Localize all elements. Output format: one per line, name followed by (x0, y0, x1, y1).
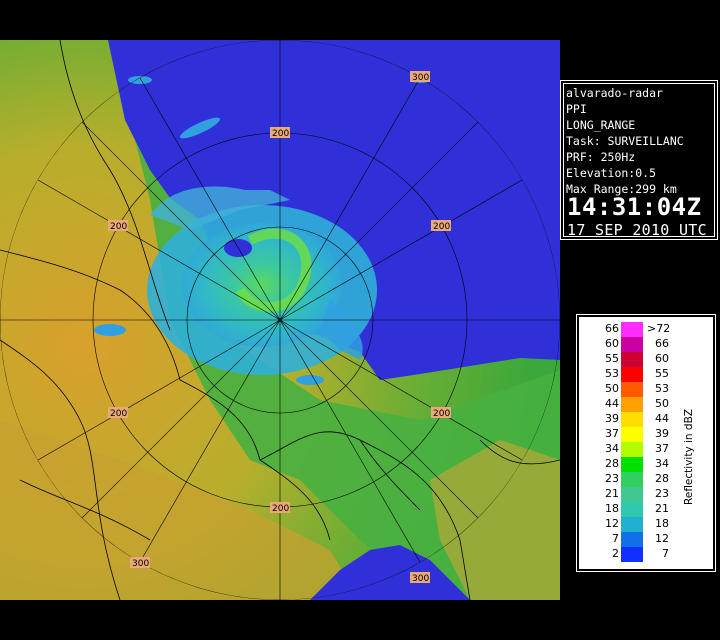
svg-text:200: 200 (433, 409, 450, 419)
legend-low-value: 60 (605, 337, 619, 350)
site-name: alvarado-radar (566, 86, 663, 100)
legend-low-value: 7 (612, 532, 619, 545)
radar-map[interactable]: 200 200 200 200 200 200 300 300 300 (0, 40, 560, 600)
legend-high-value: 39 (655, 427, 669, 440)
legend-low-value: 50 (605, 382, 619, 395)
range-label-200-southeast: 200 (431, 407, 451, 419)
legend-color-swatch (621, 472, 643, 487)
legend-row: 66 >72 (579, 322, 713, 337)
reflectivity-legend: 66 >72 60 66 55 60 53 55 50 53 44 50 39 44 37 39 34 37 28 3… (576, 314, 716, 572)
legend-low-value: 12 (605, 517, 619, 530)
legend-low-value: 18 (605, 502, 619, 515)
product-type: PPI (566, 102, 587, 116)
svg-text:200: 200 (110, 222, 127, 232)
legend-high-value: 21 (655, 502, 669, 515)
range-label-300-southwest: 300 (130, 557, 150, 569)
legend-high-value: 55 (655, 367, 669, 380)
scan-time: 14:31:04Z (567, 193, 702, 221)
legend-low-value: 44 (605, 397, 619, 410)
storm-eye (224, 239, 252, 257)
legend-high-value: 7 (662, 547, 669, 560)
range-label-200-north: 200 (270, 127, 290, 139)
svg-text:300: 300 (412, 574, 429, 584)
legend-high-value: 60 (655, 352, 669, 365)
scan-mode: LONG_RANGE (566, 118, 636, 132)
legend-color-swatch (621, 367, 643, 382)
range-label-200-west: 200 (108, 220, 128, 232)
legend-high-value: 34 (655, 457, 669, 470)
legend-color-swatch (621, 457, 643, 472)
legend-high-value: 12 (655, 532, 669, 545)
legend-high-value: 50 (655, 397, 669, 410)
range-label-300-northeast: 300 (410, 71, 430, 83)
legend-row: 60 66 (579, 337, 713, 352)
prf-value: PRF: 250Hz (566, 150, 636, 164)
legend-color-swatch (621, 382, 643, 397)
legend-high-value: 53 (655, 382, 669, 395)
storm-core (182, 223, 342, 347)
legend-low-value: 34 (605, 442, 619, 455)
svg-text:300: 300 (132, 559, 149, 569)
legend-color-swatch (621, 412, 643, 427)
legend-low-value: 21 (605, 487, 619, 500)
rain-cell (94, 324, 126, 336)
legend-high-value: 66 (655, 337, 669, 350)
legend-color-swatch (621, 427, 643, 442)
range-label-300-southeast: 300 (410, 572, 430, 584)
elevation-value: Elevation:0.5 (566, 166, 657, 180)
legend-low-value: 53 (605, 367, 619, 380)
legend-color-swatch (621, 322, 643, 337)
legend-low-value: 39 (605, 412, 619, 425)
svg-text:200: 200 (272, 504, 289, 514)
range-label-200-south: 200 (270, 502, 290, 514)
legend-high-value: 44 (655, 412, 669, 425)
legend-color-swatch (621, 337, 643, 352)
legend-axis-title: Reflectivity in dBZ (683, 409, 695, 505)
legend-color-swatch (621, 487, 643, 502)
scan-date: 17 SEP 2010 UTC (567, 221, 707, 239)
legend-low-value: 37 (605, 427, 619, 440)
radar-info-panel: alvarado-radar PPI LONG_RANGE Task: SURV… (560, 80, 718, 240)
legend-color-swatch (621, 397, 643, 412)
azimuth-lines (0, 40, 560, 600)
legend-low-value: 55 (605, 352, 619, 365)
legend-color-swatch (621, 532, 643, 547)
legend-low-value: 2 (612, 547, 619, 560)
legend-low-value: 28 (605, 457, 619, 470)
range-label-200-east: 200 (431, 220, 451, 232)
legend-low-value: 23 (605, 472, 619, 485)
svg-text:200: 200 (110, 409, 127, 419)
legend-high-value: >72 (647, 322, 671, 335)
rain-cell (296, 375, 324, 385)
legend-low-value: 66 (605, 322, 619, 335)
legend-color-swatch (621, 517, 643, 532)
range-label-200-southwest: 200 (108, 407, 128, 419)
svg-text:200: 200 (433, 222, 450, 232)
svg-text:200: 200 (272, 129, 289, 139)
legend-color-swatch (621, 352, 643, 367)
task-name: Task: SURVEILLANC (566, 134, 684, 148)
legend-high-value: 37 (655, 442, 669, 455)
legend-high-value: 23 (655, 487, 669, 500)
legend-high-value: 18 (655, 517, 669, 530)
legend-color-swatch (621, 547, 643, 562)
legend-color-swatch (621, 502, 643, 517)
legend-color-swatch (621, 442, 643, 457)
svg-text:300: 300 (412, 73, 429, 83)
legend-high-value: 28 (655, 472, 669, 485)
